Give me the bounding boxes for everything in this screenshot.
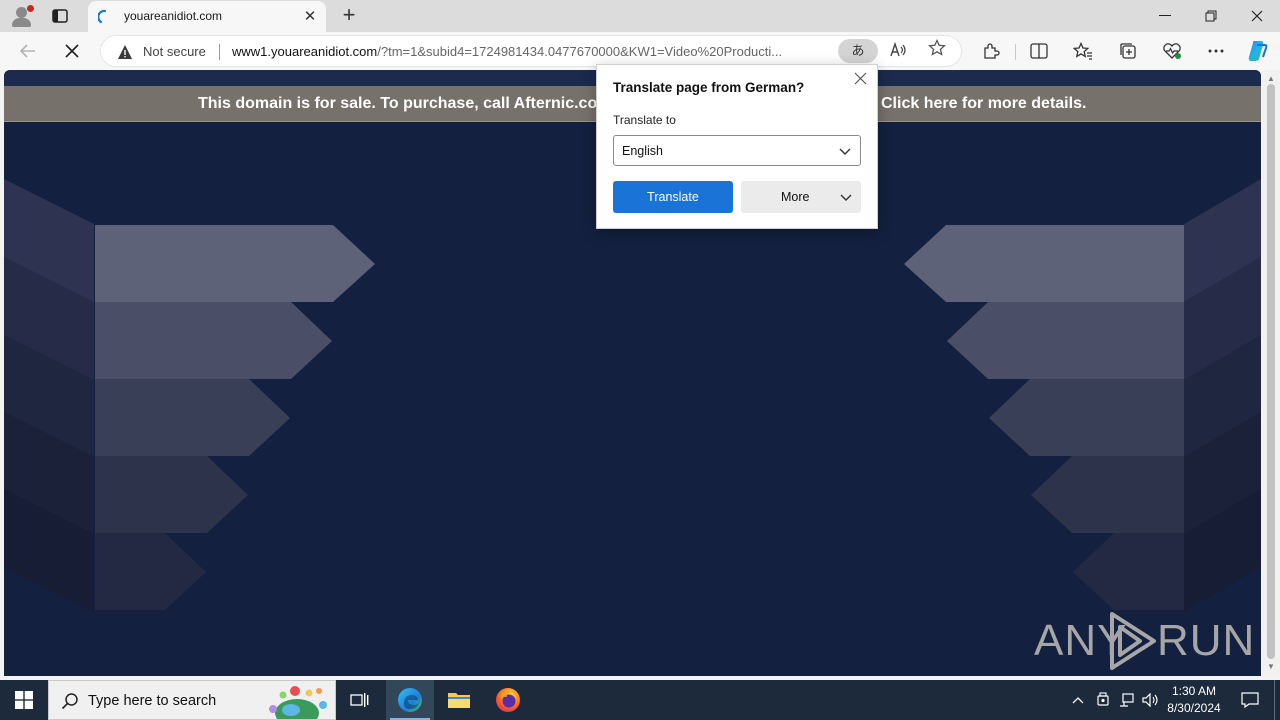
add-favorite-button[interactable] — [928, 38, 946, 63]
banner-details-link[interactable]: Click here for more details. — [881, 95, 1086, 113]
back-button[interactable] — [14, 38, 42, 64]
clock-date: 8/30/2024 — [1167, 701, 1221, 715]
read-aloud-button[interactable] — [889, 41, 907, 61]
extensions-button[interactable] — [978, 38, 1004, 64]
profile-button[interactable] — [8, 3, 36, 29]
clock-time: 1:30 AM — [1171, 684, 1217, 698]
search-icon — [61, 693, 78, 710]
stop-icon — [65, 44, 79, 58]
favorites-button[interactable] — [1070, 38, 1096, 64]
security-status[interactable]: Not secure — [143, 44, 206, 59]
chevron-down-icon — [839, 148, 851, 155]
action-center-button[interactable] — [1232, 680, 1268, 720]
read-aloud-icon — [890, 41, 906, 57]
anyrun-watermark: ANY RUN — [1034, 610, 1254, 674]
address-bar[interactable]: Not secure www1.youareanidiot.com/?tm=1&… — [100, 35, 962, 67]
collections-button[interactable] — [1115, 38, 1141, 64]
puzzle-icon — [984, 43, 1000, 59]
taskbar-edge[interactable] — [386, 680, 434, 720]
favorites-star-icon — [1073, 42, 1092, 60]
url-host: www1.youareanidiot.com — [232, 44, 378, 59]
browser-tab[interactable]: youareanidiot.com ✕ — [88, 1, 326, 32]
tab-actions-icon — [52, 9, 68, 23]
play-logo-icon — [1110, 612, 1156, 670]
start-button[interactable] — [0, 680, 48, 720]
scrollbar-thumb[interactable] — [1267, 84, 1275, 659]
back-arrow-icon — [20, 44, 35, 58]
tray-network-button[interactable] — [1116, 680, 1138, 720]
scroll-down-arrow-icon[interactable]: ▼ — [1267, 662, 1275, 671]
settings-more-button[interactable] — [1203, 38, 1229, 64]
folder-icon — [448, 693, 470, 708]
copilot-icon — [1248, 41, 1268, 61]
windows-taskbar: Type here to search 1:30 AM 8/30/2024 — [0, 680, 1280, 720]
url-path: /?tm=1&subid4=1724981434.0477670000&KW1=… — [377, 44, 783, 59]
chevron-down-icon — [840, 194, 852, 201]
tab-actions-button[interactable] — [48, 5, 72, 27]
banner-text: This domain is for sale. To purchase, ca… — [198, 95, 604, 112]
more-dots-icon — [1208, 49, 1224, 53]
more-options-button[interactable]: More — [741, 181, 861, 213]
copilot-button[interactable] — [1244, 38, 1270, 64]
search-highlight-illustration-icon — [269, 686, 327, 719]
profile-avatar-icon — [16, 7, 27, 18]
close-icon — [1251, 10, 1263, 22]
chevron-up-icon — [1072, 697, 1084, 704]
star-icon — [928, 38, 946, 56]
browser-essentials-button[interactable] — [1159, 38, 1185, 64]
taskbar-search-box[interactable]: Type here to search — [48, 680, 336, 720]
loading-spinner-icon — [98, 10, 107, 24]
minimize-button[interactable] — [1142, 0, 1188, 32]
removable-device-icon — [1097, 692, 1109, 706]
restore-button[interactable] — [1188, 0, 1234, 32]
taskbar-clock[interactable]: 1:30 AM 8/30/2024 — [1158, 683, 1230, 717]
network-icon — [1120, 693, 1134, 707]
task-view-icon — [350, 693, 369, 707]
taskbar-firefox[interactable] — [484, 680, 532, 720]
warning-icon — [118, 45, 132, 59]
tray-device-button[interactable] — [1092, 680, 1114, 720]
new-tab-button[interactable]: + — [337, 4, 361, 28]
stop-loading-button[interactable] — [58, 38, 86, 64]
search-placeholder: Type here to search — [88, 693, 217, 709]
notification-icon — [1241, 692, 1259, 708]
split-screen-icon — [1030, 43, 1048, 59]
translate-to-label: Translate to — [613, 113, 676, 127]
firefox-icon — [496, 688, 520, 712]
restore-icon — [1205, 10, 1217, 22]
url-text[interactable]: www1.youareanidiot.com/?tm=1&subid4=1724… — [232, 44, 832, 59]
collections-icon — [1120, 43, 1136, 59]
translate-button[interactable]: Translate — [613, 181, 733, 213]
profile-notification-dot — [27, 5, 34, 12]
tab-close-icon[interactable]: ✕ — [302, 9, 318, 25]
translate-page-button[interactable]: あ — [838, 39, 878, 63]
more-button-label: More — [781, 190, 810, 204]
watermark-run: RUN — [1157, 616, 1256, 665]
show-hidden-icons-button[interactable] — [1068, 680, 1088, 720]
tab-title: youareanidiot.com — [124, 9, 223, 23]
split-screen-button[interactable] — [1026, 38, 1052, 64]
language-select[interactable]: English — [613, 135, 861, 166]
show-desktop-button[interactable] — [1274, 680, 1280, 720]
heart-pulse-icon — [1163, 43, 1181, 59]
page-scrollbar[interactable]: ▲ ▼ — [1262, 70, 1280, 676]
translate-icon: あ — [851, 43, 865, 58]
close-window-button[interactable] — [1234, 0, 1280, 32]
popup-title: Translate page from German? — [613, 80, 805, 95]
taskbar-file-explorer[interactable] — [435, 680, 483, 720]
tab-strip: youareanidiot.com ✕ + — [0, 0, 1280, 32]
translate-popup: Translate page from German? Translate to… — [596, 64, 878, 229]
edge-browser-icon — [398, 688, 422, 712]
windows-logo-icon — [15, 691, 33, 709]
task-view-button[interactable] — [336, 680, 384, 720]
scroll-up-arrow-icon[interactable]: ▲ — [1267, 74, 1275, 83]
popup-close-icon[interactable] — [852, 72, 868, 88]
selected-language: English — [622, 144, 663, 158]
minimize-icon — [1159, 15, 1171, 16]
